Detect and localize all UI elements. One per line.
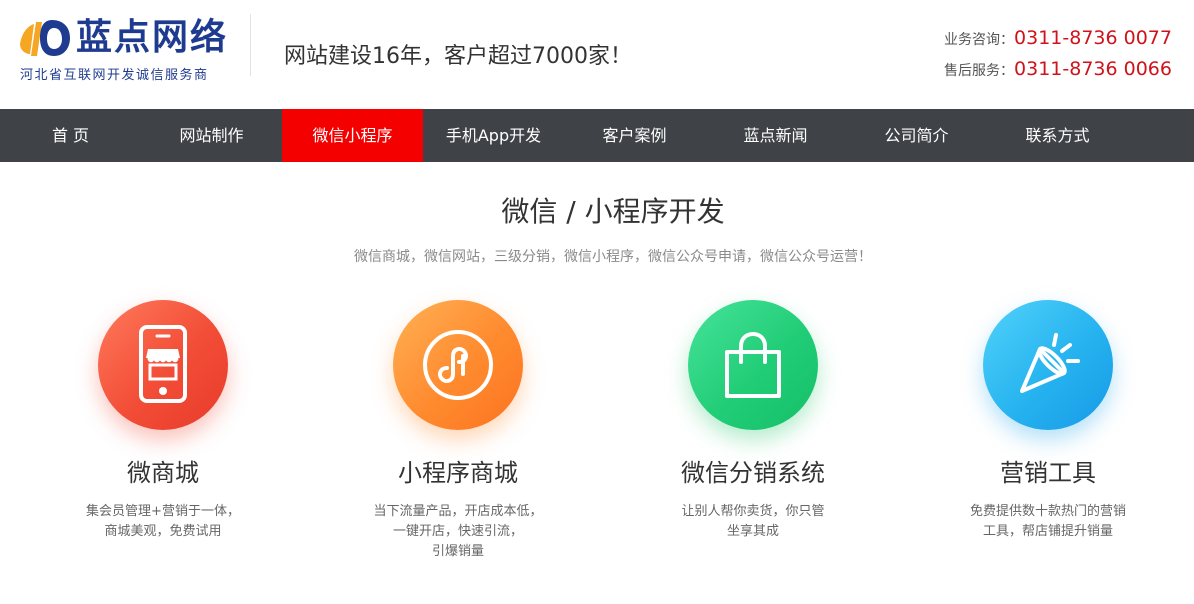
feature-title: 微商城 — [127, 459, 199, 487]
shopping-bag-icon — [725, 331, 781, 398]
feature-icon-circle — [393, 300, 523, 430]
feature-title: 小程序商城 — [398, 459, 518, 487]
nav-item-home[interactable]: 首 页 — [0, 109, 141, 162]
brand-name: 蓝点网络 — [76, 17, 229, 58]
nav-item-contact[interactable]: 联系方式 — [987, 109, 1128, 162]
nav-item-website[interactable]: 网站制作 — [141, 109, 282, 162]
support-label: 售后服务 — [944, 63, 1001, 79]
feature-list: 微商城 集会员管理+营销于一体， 商城美观，免费试用 小程序商城 当下流量产品，… — [0, 300, 1194, 600]
feature-desc-line: 一键开店，快速引流， — [392, 524, 523, 539]
feature-desc: 免费提供数十款热门的营销 工具，帮店铺提升销量 — [928, 502, 1168, 542]
feature-desc: 当下流量产品，开店成本低， 一键开店，快速引流， 引爆销量 — [338, 502, 578, 562]
feature-desc-line: 商城美观，免费试用 — [104, 524, 222, 539]
feature-card-micro-mall[interactable]: 微商城 集会员管理+营销于一体， 商城美观，免费试用 — [43, 300, 283, 542]
support-phone[interactable]: 0311-8736 0066 — [1014, 58, 1172, 80]
feature-icon-circle — [688, 300, 818, 430]
nav-item-mini-program[interactable]: 微信小程序 — [282, 109, 423, 162]
section-title: 微信 / 小程序开发 — [501, 195, 725, 228]
feature-desc-line: 工具，帮店铺提升销量 — [982, 524, 1113, 539]
nav-item-app[interactable]: 手机App开发 — [423, 109, 564, 162]
feature-title: 微信分销系统 — [681, 459, 825, 487]
feature-desc-line: 集会员管理+营销于一体， — [86, 504, 240, 519]
header-divider — [250, 14, 251, 76]
brand-tagline: 河北省互联网开发诚信服务商 — [20, 68, 209, 83]
nav-item-news[interactable]: 蓝点新闻 — [705, 109, 846, 162]
main-nav: 首 页 网站制作 微信小程序 手机App开发 客户案例 蓝点新闻 公司简介 联系… — [0, 109, 1194, 162]
megaphone-icon — [1020, 333, 1080, 393]
feature-icon-circle — [983, 300, 1113, 430]
support-contact: 售后服务：0311-8736 0066 — [944, 55, 1172, 86]
sales-phone[interactable]: 0311-8736 0077 — [1014, 27, 1172, 49]
feature-desc-line: 免费提供数十款热门的营销 — [969, 504, 1126, 519]
feature-card-marketing-tools[interactable]: 营销工具 免费提供数十款热门的营销 工具，帮店铺提升销量 — [928, 300, 1168, 542]
logo-mark-icon — [20, 20, 70, 56]
feature-card-mini-program-mall[interactable]: 小程序商城 当下流量产品，开店成本低， 一键开店，快速引流， 引爆销量 — [338, 300, 578, 562]
site-logo[interactable]: 蓝点网络 河北省互联网开发诚信服务商 — [16, 12, 231, 83]
sales-label: 业务咨询 — [944, 32, 1001, 48]
feature-title: 营销工具 — [1000, 459, 1096, 487]
feature-desc: 让别人帮你卖货，你只管 坐享其成 — [633, 502, 873, 542]
mini-program-icon — [423, 330, 493, 400]
sales-separator: ： — [1000, 32, 1015, 48]
contact-info: 业务咨询：0311-8736 0077 售后服务：0311-8736 0066 — [944, 24, 1172, 86]
sales-contact: 业务咨询：0311-8736 0077 — [944, 24, 1172, 55]
feature-card-distribution[interactable]: 微信分销系统 让别人帮你卖货，你只管 坐享其成 — [633, 300, 873, 542]
header-slogan: 网站建设16年，客户超过7000家！ — [284, 44, 632, 69]
section-subtitle: 微信商城，微信网站，三级分销，微信小程序，微信公众号申请，微信公众号运营！ — [354, 249, 872, 265]
feature-desc-line: 让别人帮你卖货，你只管 — [681, 504, 825, 519]
feature-desc-line: 引爆销量 — [431, 544, 484, 559]
feature-desc-line: 当下流量产品，开店成本低， — [373, 504, 543, 519]
site-header: 蓝点网络 河北省互联网开发诚信服务商 网站建设16年，客户超过7000家！ 业务… — [0, 0, 1194, 109]
feature-desc-line: 坐享其成 — [726, 524, 779, 539]
feature-desc: 集会员管理+营销于一体， 商城美观，免费试用 — [43, 502, 283, 542]
nav-item-about[interactable]: 公司简介 — [846, 109, 987, 162]
phone-store-icon — [139, 325, 187, 403]
feature-icon-circle — [98, 300, 228, 430]
support-separator: ： — [1000, 63, 1015, 79]
nav-item-cases[interactable]: 客户案例 — [564, 109, 705, 162]
